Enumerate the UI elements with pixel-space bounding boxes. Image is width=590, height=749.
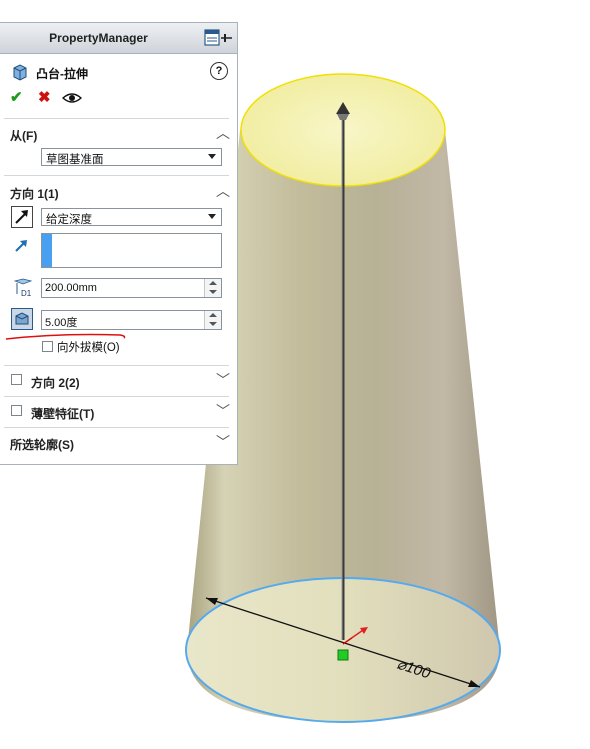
annotation-underline: [5, 333, 126, 340]
